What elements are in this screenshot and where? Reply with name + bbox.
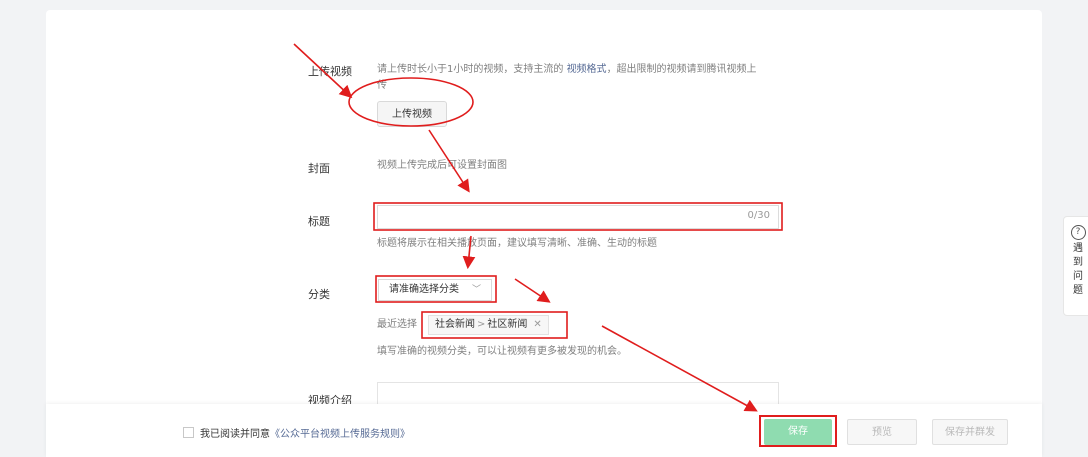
save-button[interactable]: 保存 [764, 419, 832, 445]
cover-hint: 视频上传完成后可设置封面图 [377, 160, 507, 171]
upload-hint-text: 请上传时长小于1小时的视频，支持主流的 [377, 64, 564, 75]
category-placeholder: 请准确选择分类 [389, 284, 459, 295]
agree-text: 我已阅读并同意《公众平台视频上传服务规则》 [200, 425, 410, 440]
agree-label: 我已阅读并同意 [200, 429, 270, 440]
category-hint: 填写准确的视频分类，可以让视频有更多被发现的机会。 [377, 346, 627, 357]
help-widget[interactable]: ? 遇到问题 [1063, 216, 1088, 316]
chevron-right-icon: > [477, 319, 486, 330]
question-icon: ? [1070, 225, 1086, 240]
category-label: 分类 [308, 288, 330, 301]
recent-category-tag[interactable]: 社会新闻 > 社区新闻 ✕ [428, 315, 549, 335]
agree-checkbox[interactable] [183, 427, 194, 438]
upload-video-hint: 请上传时长小于1小时的视频，支持主流的 视频格式，超出限制的视频请到腾讯视频上 … [377, 62, 787, 94]
upload-video-button[interactable]: 上传视频 [377, 101, 447, 127]
recent-choice-label: 最近选择 [377, 319, 417, 330]
service-rules-link[interactable]: 《公众平台视频上传服务规则》 [270, 429, 410, 440]
title-char-count: 0/30 [747, 210, 770, 221]
chevron-down-icon: ﹀ [471, 285, 481, 295]
cover-label: 封面 [308, 162, 330, 175]
title-input[interactable] [384, 206, 718, 228]
title-label: 标题 [308, 215, 330, 228]
close-icon[interactable]: ✕ [533, 319, 541, 330]
preview-button[interactable]: 预览 [847, 419, 917, 445]
recent-category-sub: 社区新闻 [487, 319, 528, 330]
video-format-link[interactable]: 视频格式 [567, 64, 607, 75]
recent-category-main: 社会新闻 [435, 319, 475, 330]
upload-hint-wrap: 传 [377, 80, 387, 91]
upload-video-label: 上传视频 [308, 65, 352, 78]
title-hint: 标题将展示在相关播放页面，建议填写清晰、准确、生动的标题 [377, 238, 657, 249]
upload-hint-text-after: ，超出限制的视频请到腾讯视频上 [606, 64, 757, 75]
help-text: 遇到问题 [1073, 243, 1083, 296]
save-and-publish-button[interactable]: 保存并群发 [932, 419, 1008, 445]
category-select[interactable]: 请准确选择分类 ﹀ [378, 279, 492, 301]
title-field[interactable]: 0/30 [377, 205, 779, 229]
